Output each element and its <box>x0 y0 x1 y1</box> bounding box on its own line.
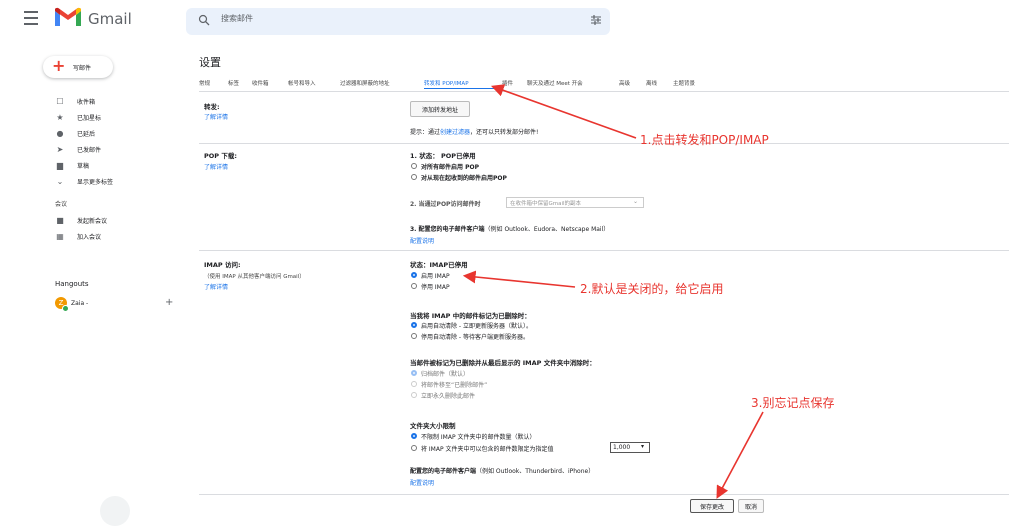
annotation-step-3: 3.别忘记点保存 <box>751 396 835 410</box>
annotation-arrow-1 <box>490 84 637 139</box>
annotation-arrow-3 <box>716 411 764 499</box>
annotation-step-1: 1.点击转发和POP/IMAP <box>640 133 769 147</box>
annotation-arrows <box>462 84 764 499</box>
annotation-arrow-2 <box>462 270 576 288</box>
annotation-step-2: 2.默认是关闭的，给它启用 <box>580 282 724 296</box>
